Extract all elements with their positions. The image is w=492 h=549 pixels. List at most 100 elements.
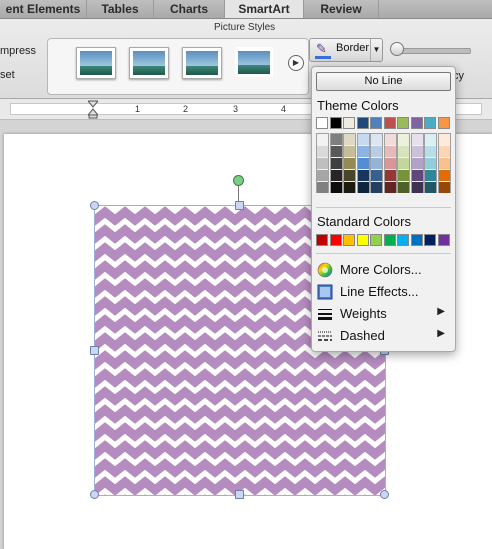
theme-color-swatch[interactable] [329,117,342,129]
theme-shade-swatch[interactable] [330,182,342,194]
tab-document-elements[interactable]: ent Elements [0,0,87,18]
theme-shade-swatch[interactable] [398,158,409,170]
tab-smartart[interactable]: SmartArt [225,0,304,18]
resize-handle[interactable] [90,490,99,499]
theme-shade-swatch[interactable] [384,158,396,170]
theme-shade-swatch[interactable] [371,158,382,170]
chevron-down-icon[interactable]: ▼ [370,39,382,61]
theme-shade-swatch[interactable] [425,146,436,158]
theme-shade-swatch[interactable] [371,134,382,146]
compress-button[interactable]: mpress [0,45,36,57]
theme-color-swatch[interactable] [397,117,409,129]
resize-handle[interactable] [380,490,389,499]
line-effects-item[interactable]: Line Effects... [316,282,451,302]
picture-style-thumbnail[interactable] [182,47,222,79]
theme-shade-swatch[interactable] [357,158,369,170]
weights-item[interactable]: Weights ▶ [316,304,451,324]
theme-shade-swatch[interactable] [425,134,436,146]
theme-color-swatch[interactable] [316,117,328,129]
dashed-item[interactable]: Dashed ▶ [316,326,451,346]
tab-tables[interactable]: Tables [87,0,154,18]
theme-shade-swatch[interactable] [344,146,355,158]
theme-shade-swatch[interactable] [317,158,328,170]
theme-shade-swatch[interactable] [438,146,450,158]
theme-shade-swatch[interactable] [371,170,382,182]
theme-shade-swatch[interactable] [384,170,396,182]
picture-style-thumbnail[interactable] [76,47,116,79]
theme-shade-swatch[interactable] [425,158,436,170]
tab-charts[interactable]: Charts [154,0,225,18]
picture-style-thumbnail[interactable] [235,47,273,77]
resize-handle[interactable] [235,201,244,210]
theme-shade-swatch[interactable] [357,146,369,158]
resize-handle[interactable] [90,346,99,355]
theme-shade-swatch[interactable] [398,146,409,158]
theme-shade-swatch[interactable] [344,182,355,194]
theme-shade-swatch[interactable] [317,170,328,182]
theme-shade-swatch[interactable] [438,134,450,146]
theme-color-swatch[interactable] [343,117,355,129]
theme-shade-swatch[interactable] [398,170,409,182]
standard-color-swatch[interactable] [424,234,436,246]
theme-shade-swatch[interactable] [330,134,342,146]
resize-handle[interactable] [235,490,244,499]
theme-shade-swatch[interactable] [330,146,342,158]
chevron-stripe [95,350,385,370]
theme-shade-swatch[interactable] [398,182,409,194]
theme-shade-swatch[interactable] [371,182,382,194]
standard-color-swatch[interactable] [397,234,409,246]
theme-shade-swatch[interactable] [357,170,369,182]
theme-shade-swatch[interactable] [398,134,409,146]
theme-shade-swatch[interactable] [317,182,328,194]
theme-shade-swatch[interactable] [357,134,369,146]
theme-shade-swatch[interactable] [317,146,328,158]
theme-shade-swatch[interactable] [384,134,396,146]
standard-color-swatch[interactable] [383,234,396,246]
standard-color-swatch[interactable] [329,234,342,246]
theme-shade-swatch[interactable] [357,182,369,194]
standard-color-swatch[interactable] [343,234,355,246]
theme-shade-swatch[interactable] [330,170,342,182]
theme-shade-swatch[interactable] [438,182,450,194]
theme-color-swatch[interactable] [437,117,450,129]
resize-handle[interactable] [90,201,99,210]
picture-style-thumbnail[interactable] [129,47,169,79]
standard-color-swatch[interactable] [316,234,328,246]
theme-shade-swatch[interactable] [384,182,396,194]
theme-shade-swatch[interactable] [317,134,328,146]
indent-marker-icon[interactable] [88,99,98,119]
theme-shade-swatch[interactable] [425,170,436,182]
more-colors-item[interactable]: More Colors... [316,260,451,280]
theme-shade-swatch[interactable] [411,146,423,158]
theme-color-swatch[interactable] [410,117,423,129]
theme-shade-swatch[interactable] [411,134,423,146]
theme-shade-swatch[interactable] [371,146,382,158]
transparency-slider-knob[interactable] [390,42,404,56]
theme-shade-swatch[interactable] [411,170,423,182]
theme-color-swatch[interactable] [370,117,382,129]
standard-color-swatch[interactable] [410,234,423,246]
theme-shade-swatch[interactable] [438,158,450,170]
tab-review[interactable]: Review [304,0,379,18]
gallery-more-arrow-icon[interactable]: ▶ [288,55,304,71]
theme-shade-swatch[interactable] [384,146,396,158]
theme-shade-swatch[interactable] [344,170,355,182]
theme-shade-swatch[interactable] [344,134,355,146]
theme-color-swatch[interactable] [383,117,396,129]
theme-shade-swatch[interactable] [425,182,436,194]
theme-shade-swatch[interactable] [344,158,355,170]
theme-color-swatch[interactable] [356,117,369,129]
no-line-button[interactable]: No Line [316,72,451,91]
theme-color-swatch[interactable] [424,117,436,129]
theme-shade-swatch[interactable] [438,170,450,182]
theme-shade-swatch[interactable] [411,182,423,194]
reset-button[interactable]: set [0,69,15,81]
standard-color-swatch[interactable] [356,234,369,246]
theme-shade-swatch[interactable] [411,158,423,170]
transparency-slider-track[interactable] [395,48,471,54]
standard-color-swatch[interactable] [437,234,450,246]
rotation-handle[interactable] [233,175,244,186]
standard-color-swatch[interactable] [370,234,382,246]
theme-shade-swatch[interactable] [330,158,342,170]
border-button[interactable]: ✎ Border ▼ [309,38,383,62]
